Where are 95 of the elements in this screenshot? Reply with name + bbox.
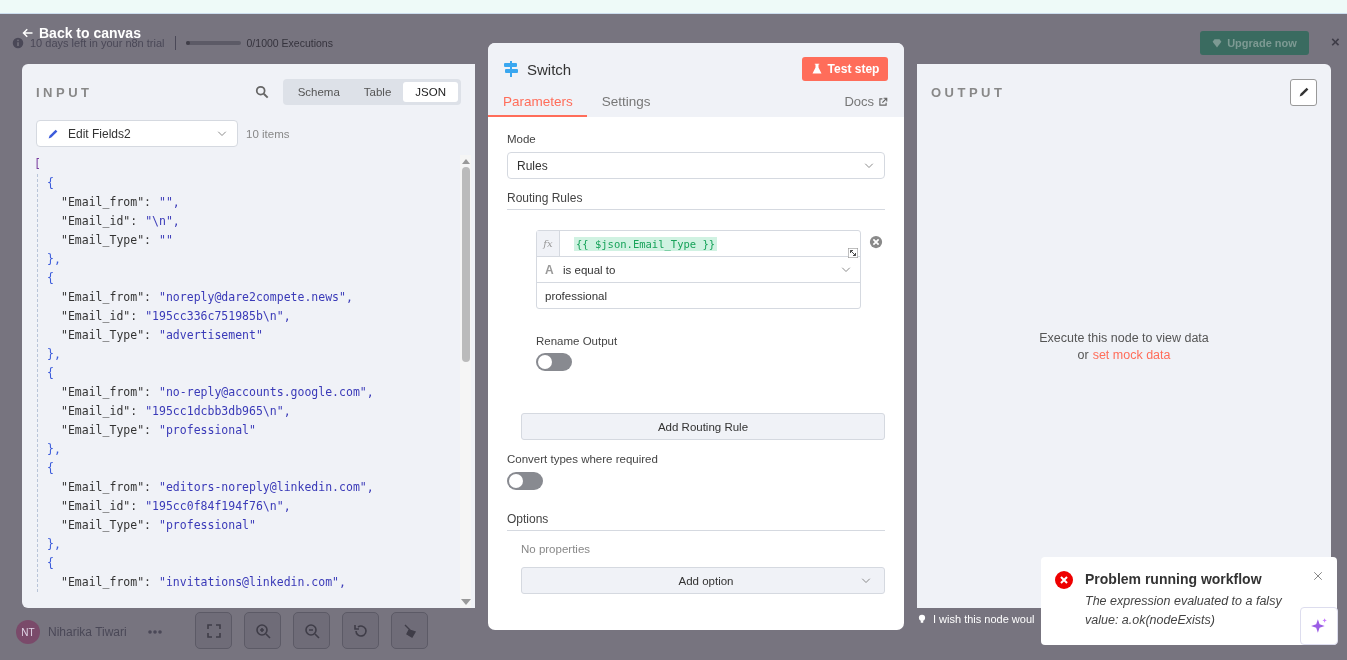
json-value: "195cc336c751985b\n", bbox=[145, 309, 291, 323]
json-value: "professional" bbox=[159, 423, 256, 437]
diamond-icon bbox=[1212, 38, 1223, 48]
fit-view-icon bbox=[205, 622, 222, 639]
toolbar-button[interactable] bbox=[293, 612, 330, 649]
empty-options-text: No properties bbox=[521, 543, 592, 555]
json-key: "Email_id": bbox=[61, 309, 138, 323]
json-value: "no-reply@accounts.google.com", bbox=[159, 385, 374, 399]
view-tab[interactable]: Schema bbox=[285, 82, 352, 102]
expression-text: {{ $json.Email_Type }} bbox=[574, 236, 718, 251]
item-count: 10 items bbox=[246, 127, 290, 140]
empty-state-text: Execute this node to view data bbox=[1039, 330, 1209, 347]
error-icon bbox=[1055, 571, 1073, 589]
json-bracket: [ bbox=[34, 156, 42, 173]
json-value: "advertisement" bbox=[159, 328, 263, 342]
empty-state-text: or bbox=[1077, 347, 1089, 364]
info-icon bbox=[12, 37, 24, 49]
json-value: "195cc0f84f194f76\n", bbox=[145, 499, 291, 513]
field-label: Mode bbox=[507, 133, 537, 145]
node-title: Switch bbox=[527, 60, 572, 78]
json-key: "Email_Type": bbox=[61, 518, 151, 532]
view-tab[interactable]: JSON bbox=[403, 82, 458, 102]
panel-title: OUTPUT bbox=[931, 84, 1006, 100]
add-routing-rule-button[interactable]: Add Routing Rule bbox=[521, 413, 885, 440]
json-bracket: { bbox=[47, 365, 55, 382]
json-bracket: }, bbox=[47, 251, 62, 268]
zoom-out-icon bbox=[303, 622, 320, 639]
field-label: Convert types where required bbox=[507, 453, 659, 465]
toggle-switch[interactable] bbox=[507, 472, 543, 490]
expand-icon[interactable] bbox=[848, 248, 858, 258]
json-bracket: }, bbox=[47, 441, 62, 458]
arrow-left-icon bbox=[22, 27, 34, 39]
json-key: "Email_from": bbox=[61, 385, 151, 399]
json-bracket: { bbox=[47, 460, 55, 477]
lightbulb-icon bbox=[917, 614, 927, 624]
json-key: "Email_from": bbox=[61, 575, 151, 589]
json-value: "invitations@linkedin.com", bbox=[159, 575, 346, 589]
remove-icon[interactable] bbox=[869, 235, 883, 249]
toggle-switch[interactable] bbox=[536, 353, 572, 371]
json-bracket: { bbox=[47, 270, 55, 287]
value-field[interactable]: professional bbox=[537, 282, 860, 308]
notification-title: Problem running workflow bbox=[1085, 571, 1263, 587]
json-key: "Email_Type": bbox=[61, 328, 151, 342]
sparkle-icon bbox=[1310, 617, 1328, 635]
search-icon[interactable] bbox=[254, 85, 269, 99]
operator-select[interactable]: A is equal to bbox=[537, 256, 860, 282]
json-value: "" bbox=[159, 233, 173, 247]
json-value: "professional" bbox=[159, 518, 256, 532]
fx-label: fx bbox=[537, 231, 560, 256]
close-icon[interactable] bbox=[1313, 571, 1323, 581]
json-key: "Email_id": bbox=[61, 404, 138, 418]
view-tab[interactable]: Table bbox=[351, 82, 404, 102]
notification-message: The expression evaluated to a falsy value: a.ok(nodeExists) bbox=[1085, 593, 1283, 629]
json-key: "Email_from": bbox=[61, 195, 151, 209]
json-value: "", bbox=[159, 195, 180, 209]
json-key: "Email_Type": bbox=[61, 423, 151, 437]
flask-icon bbox=[810, 63, 823, 75]
node-hint-text: I wish this node woul bbox=[933, 613, 1035, 625]
section-heading: Options bbox=[507, 512, 885, 531]
toolbar-button[interactable] bbox=[195, 612, 232, 649]
docs-link[interactable]: Docs bbox=[844, 94, 888, 117]
json-bracket: { bbox=[47, 555, 55, 572]
json-bracket: { bbox=[47, 175, 55, 192]
json-key: "Email_Type": bbox=[61, 233, 151, 247]
json-key: "Email_from": bbox=[61, 290, 151, 304]
edit-button[interactable] bbox=[1290, 78, 1317, 106]
field-label: Rename Output bbox=[536, 335, 619, 347]
toolbar-button[interactable] bbox=[391, 612, 428, 649]
tab[interactable]: Settings bbox=[586, 94, 665, 117]
add-option-select[interactable]: Add option bbox=[521, 567, 885, 594]
toolbar-button[interactable] bbox=[342, 612, 379, 649]
external-link-icon bbox=[878, 96, 888, 107]
json-key: "Email_from": bbox=[61, 480, 151, 494]
executions-text: 0/1000 Executions bbox=[246, 37, 333, 49]
reset-icon bbox=[352, 622, 369, 639]
signpost-icon bbox=[503, 61, 519, 77]
user-avatar: NT bbox=[16, 620, 40, 644]
json-key: "Email_id": bbox=[61, 499, 138, 513]
section-heading: Routing Rules bbox=[507, 191, 885, 210]
json-value: "\n", bbox=[145, 214, 180, 228]
json-bracket: }, bbox=[47, 346, 62, 363]
source-node-select[interactable]: Edit Fields2 bbox=[36, 120, 238, 147]
json-value: "195cc1dcbb3db965\n", bbox=[145, 404, 291, 418]
text-type-label: A bbox=[545, 262, 555, 277]
json-value: "noreply@dare2compete.news", bbox=[159, 290, 353, 304]
mode-select[interactable]: Rules bbox=[507, 152, 885, 179]
assistant-button[interactable] bbox=[1300, 607, 1338, 645]
toolbar-button[interactable] bbox=[244, 612, 281, 649]
json-key: "Email_id": bbox=[61, 214, 138, 228]
json-value: "editors-noreply@linkedin.com", bbox=[159, 480, 374, 494]
json-bracket: }, bbox=[47, 536, 62, 553]
zoom-in-icon bbox=[254, 622, 271, 639]
scrollbar[interactable] bbox=[460, 155, 471, 608]
panel-title: INPUT bbox=[36, 84, 93, 100]
back-to-canvas-link[interactable]: Back to canvas bbox=[22, 25, 141, 41]
